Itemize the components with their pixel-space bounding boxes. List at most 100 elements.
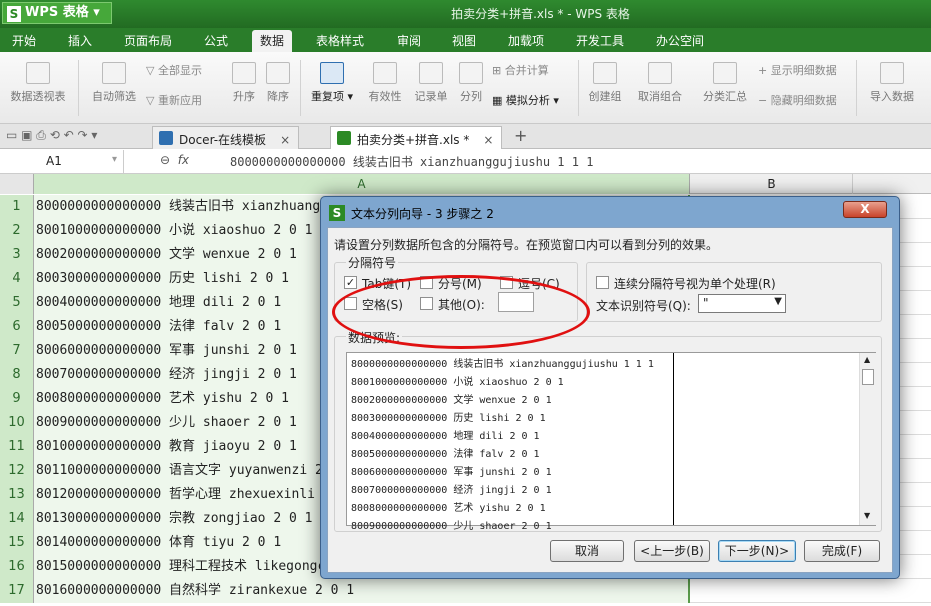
row-header[interactable]: 7 xyxy=(0,339,34,363)
finish-button[interactable]: 完成(F) xyxy=(804,540,880,562)
fx-icon[interactable]: fx xyxy=(178,153,189,167)
sort-descending-icon xyxy=(266,62,290,84)
table-row: 17 8016000000000000 自然科学 zirankexue 2 0 1 xyxy=(0,579,931,603)
consecutive-checkbox-label[interactable]: 连续分隔符号视为单个处理(R) xyxy=(614,275,776,292)
close-icon[interactable]: × xyxy=(483,133,493,147)
hide-detail-button[interactable]: − 隐藏明细数据 xyxy=(758,92,837,108)
menu-home[interactable]: 开始 xyxy=(12,32,36,49)
consolidate-button[interactable]: ⊞ 合并计算 xyxy=(492,62,549,78)
row-header[interactable]: 11 xyxy=(0,435,34,459)
validity-icon xyxy=(373,62,397,84)
row-header[interactable]: 4 xyxy=(0,267,34,291)
menu-formula[interactable]: 公式 xyxy=(204,32,228,49)
menu-review[interactable]: 审阅 xyxy=(397,32,421,49)
cancel-button[interactable]: 取消 xyxy=(550,540,624,562)
row-header[interactable]: 1 xyxy=(0,195,34,219)
highlight-annotation xyxy=(332,275,590,349)
row-header[interactable]: 6 xyxy=(0,315,34,339)
sort-ascending-icon xyxy=(232,62,256,84)
formula-bar: A1 ▾ ⊖ fx 8000000000000000 线装古旧书 xianzhu… xyxy=(0,150,931,174)
spreadsheet-icon xyxy=(337,131,351,145)
ungroup-icon xyxy=(648,62,672,84)
row-header[interactable]: 3 xyxy=(0,243,34,267)
column-header-b[interactable]: B xyxy=(691,174,853,194)
row-header[interactable]: 5 xyxy=(0,291,34,315)
select-all-corner[interactable] xyxy=(0,174,34,194)
reapply-button[interactable]: ▽ 重新应用 xyxy=(146,92,202,108)
preview-line: 8004000000000000 地理 dili 2 0 1 xyxy=(351,431,540,442)
scroll-down-icon[interactable]: ▼ xyxy=(864,511,870,520)
record-form-button[interactable]: 记录单 xyxy=(410,52,452,124)
menu-page-layout[interactable]: 页面布局 xyxy=(124,32,172,49)
duplicates-button[interactable]: 重复项 ▾ xyxy=(308,52,356,124)
menu-insert[interactable]: 插入 xyxy=(68,32,92,49)
row-header[interactable]: 9 xyxy=(0,387,34,411)
chevron-down-icon[interactable]: ▾ xyxy=(112,154,117,165)
row-header[interactable]: 10 xyxy=(0,411,34,435)
preview-line: 8009000000000000 少儿 shaoer 2 0 1 xyxy=(351,521,552,532)
menu-addins[interactable]: 加载项 xyxy=(508,32,544,49)
preview-line: 8001000000000000 小说 xiaoshuo 2 0 1 xyxy=(351,377,564,388)
cell-a[interactable]: 8016000000000000 自然科学 zirankexue 2 0 1 xyxy=(34,579,690,603)
menu-data[interactable]: 数据 xyxy=(252,30,293,52)
preview-scrollbar[interactable]: ▲ ▼ xyxy=(859,353,876,525)
show-all-button[interactable]: ▽ 全部显示 xyxy=(146,62,202,78)
import-data-button[interactable]: 导入数据 xyxy=(864,52,920,124)
row-header[interactable]: 12 xyxy=(0,459,34,483)
menu-table-style[interactable]: 表格样式 xyxy=(316,32,364,49)
preview-line: 8003000000000000 历史 lishi 2 0 1 xyxy=(351,413,546,424)
menu-office-space[interactable]: 办公空间 xyxy=(656,32,704,49)
whatif-button[interactable]: ▦ 模拟分析 ▾ xyxy=(492,92,559,108)
preview-line: 8008000000000000 艺术 yishu 2 0 1 xyxy=(351,503,546,514)
menu-view[interactable]: 视图 xyxy=(452,32,476,49)
column-header-a[interactable]: A xyxy=(34,174,690,194)
record-form-icon xyxy=(419,62,443,84)
scroll-up-icon[interactable]: ▲ xyxy=(864,355,870,364)
close-icon[interactable]: × xyxy=(280,133,290,147)
scroll-thumb[interactable] xyxy=(862,369,874,385)
row-header[interactable]: 15 xyxy=(0,531,34,555)
row-header[interactable]: 16 xyxy=(0,555,34,579)
tab-checkbox[interactable]: ✓ xyxy=(344,276,357,289)
column-headers: A B xyxy=(0,174,931,194)
preview-line: 8007000000000000 经济 jingji 2 0 1 xyxy=(351,485,552,496)
show-detail-button[interactable]: + 显示明细数据 xyxy=(758,62,837,78)
row-header[interactable]: 8 xyxy=(0,363,34,387)
name-box[interactable]: A1 xyxy=(0,150,124,173)
ungroup-button[interactable]: 取消组合 xyxy=(632,52,688,124)
subtotal-button[interactable]: 分类汇总 xyxy=(698,52,752,124)
previous-button[interactable]: <上一步(B) xyxy=(634,540,710,562)
sort-ascending-button[interactable]: 升序 xyxy=(228,52,260,124)
row-header[interactable]: 17 xyxy=(0,579,34,603)
group-icon xyxy=(593,62,617,84)
zoom-icon[interactable]: ⊖ xyxy=(160,153,170,167)
sort-descending-button[interactable]: 降序 xyxy=(262,52,294,124)
formula-input[interactable]: 8000000000000000 线装古旧书 xianzhuanggujiush… xyxy=(230,153,593,170)
next-button[interactable]: 下一步(N)> xyxy=(718,540,796,562)
row-header[interactable]: 14 xyxy=(0,507,34,531)
tab-docer-templates[interactable]: Docer-在线模板 × xyxy=(152,126,300,149)
document-tab-bar: ▭ ▣ ⎙ ⟲ ↶ ↷ ▾ Docer-在线模板 × 拍卖分类+拼音.xls * ×… xyxy=(0,124,931,149)
row-header[interactable]: 2 xyxy=(0,219,34,243)
menu-developer[interactable]: 开发工具 xyxy=(576,32,624,49)
column-break-line[interactable] xyxy=(673,353,674,525)
row-header[interactable]: 13 xyxy=(0,483,34,507)
pivot-table-icon xyxy=(26,62,50,84)
consecutive-checkbox[interactable] xyxy=(596,276,609,289)
autofilter-button[interactable]: 自动筛选 xyxy=(88,52,140,124)
text-qualifier-select[interactable]: " ▼ xyxy=(698,294,786,313)
new-tab-button[interactable]: + xyxy=(514,126,527,145)
create-group-button[interactable]: 创建组 xyxy=(584,52,626,124)
window-title: 拍卖分类+拼音.xls * - WPS 表格 xyxy=(451,7,630,21)
preview-line: 8005000000000000 法律 falv 2 0 1 xyxy=(351,449,540,460)
import-icon xyxy=(880,62,904,84)
text-to-columns-dialog: S 文本分列向导 - 3 步骤之 2 X 请设置分列数据所包含的分隔符号。在预览… xyxy=(320,196,900,579)
text-to-columns-button[interactable]: 分列 xyxy=(456,52,486,124)
data-preview[interactable]: 8000000000000000 线装古旧书 xianzhuanggujiush… xyxy=(346,352,876,532)
close-button[interactable]: X xyxy=(843,201,887,218)
tab-workbook[interactable]: 拍卖分类+拼音.xls * × xyxy=(330,126,503,149)
pivot-table-button[interactable]: 数据透视表 xyxy=(4,52,72,124)
quick-access-toolbar[interactable]: ▭ ▣ ⎙ ⟲ ↶ ↷ ▾ xyxy=(6,128,97,143)
validity-button[interactable]: 有效性 xyxy=(364,52,406,124)
text-qualifier-label: 文本识别符号(Q): xyxy=(596,299,691,313)
